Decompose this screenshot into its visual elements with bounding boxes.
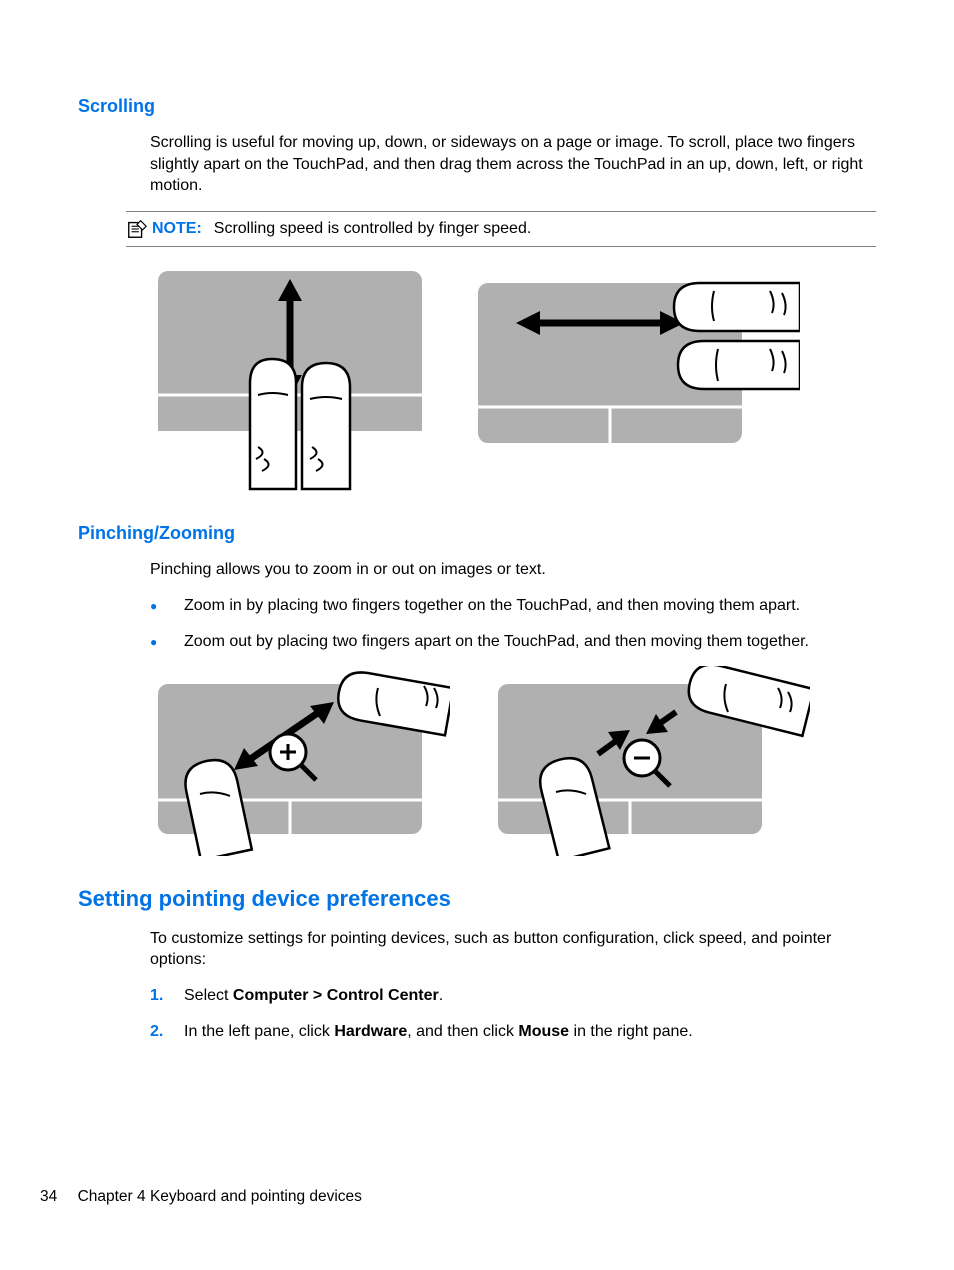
touchpad-scroll-horizontal-illustration	[470, 263, 800, 453]
note-box: NOTE: Scrolling speed is controlled by fi…	[126, 211, 876, 247]
step2-c: , and then click	[407, 1023, 518, 1040]
list-item: In the left pane, click Hardware, and th…	[150, 1021, 876, 1043]
step2-d: Mouse	[518, 1023, 569, 1040]
page-content: Scrolling Scrolling is useful for moving…	[0, 0, 954, 1042]
heading-pinching: Pinching/Zooming	[78, 521, 876, 545]
pinching-bullet-list: Zoom in by placing two fingers together …	[150, 595, 876, 652]
page-number: 34	[40, 1188, 57, 1205]
touchpad-zoom-out-illustration	[490, 666, 810, 856]
list-item: Zoom out by placing two fingers apart on…	[150, 631, 876, 653]
note-text: Scrolling speed is controlled by finger …	[214, 220, 532, 237]
steps-list: Select Computer > Control Center. In the…	[150, 985, 876, 1042]
page-footer: 34 Chapter 4 Keyboard and pointing devic…	[40, 1187, 362, 1208]
step1-bold: Computer > Control Center	[233, 987, 439, 1004]
note-icon	[126, 218, 148, 240]
scrolling-images-row	[150, 263, 876, 493]
list-item: Select Computer > Control Center.	[150, 985, 876, 1007]
scrolling-paragraph: Scrolling is useful for moving up, down,…	[150, 132, 876, 197]
note-label: NOTE:	[152, 220, 202, 237]
step1-suffix: .	[439, 987, 443, 1004]
step2-a: In the left pane, click	[184, 1023, 334, 1040]
touchpad-scroll-vertical-illustration	[150, 263, 430, 493]
setting-paragraph: To customize settings for pointing devic…	[150, 928, 876, 971]
note-text-line: NOTE: Scrolling speed is controlled by fi…	[152, 218, 531, 240]
pinching-images-row	[150, 666, 876, 856]
heading-scrolling: Scrolling	[78, 94, 876, 118]
heading-setting-preferences: Setting pointing device preferences	[78, 884, 876, 914]
pinching-paragraph: Pinching allows you to zoom in or out on…	[150, 559, 876, 581]
step2-e: in the right pane.	[569, 1023, 693, 1040]
chapter-label: Chapter 4 Keyboard and pointing devices	[78, 1188, 362, 1205]
step1-prefix: Select	[184, 987, 233, 1004]
list-item: Zoom in by placing two fingers together …	[150, 595, 876, 617]
step2-b: Hardware	[334, 1023, 407, 1040]
touchpad-zoom-in-illustration	[150, 666, 450, 856]
